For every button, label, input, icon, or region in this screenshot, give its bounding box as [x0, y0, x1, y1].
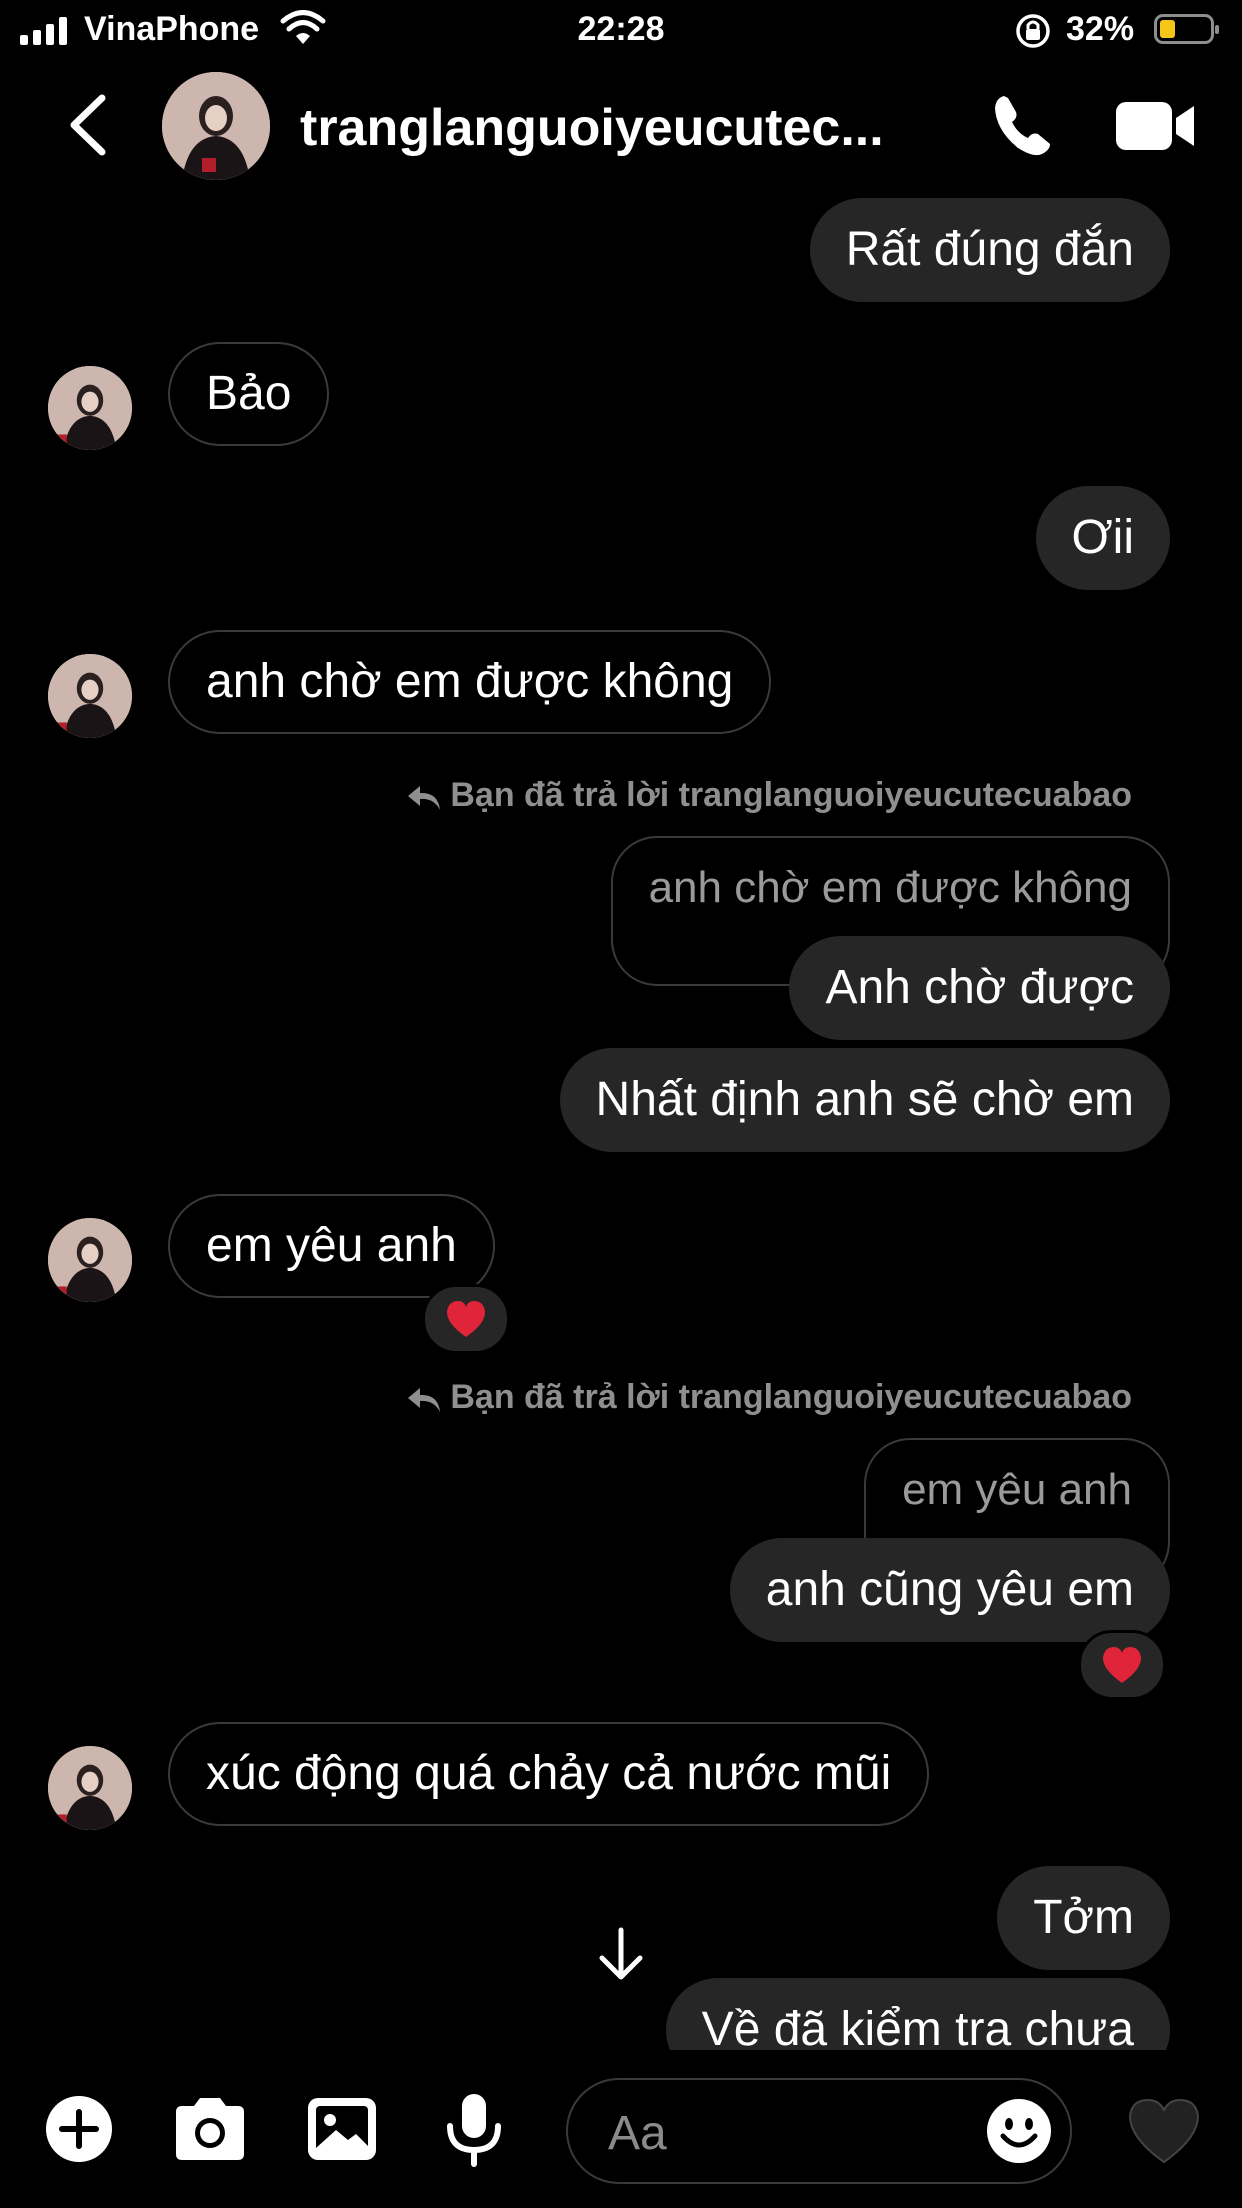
battery-icon — [1154, 14, 1219, 44]
message-input-placeholder: Aa — [608, 2107, 667, 2160]
scroll-down-arrow-icon[interactable] — [596, 1926, 646, 1982]
sender-avatar[interactable] — [48, 654, 132, 738]
camera-icon[interactable] — [172, 2096, 248, 2162]
battery-level — [1160, 20, 1175, 38]
their-message[interactable]: anh chờ em được không — [168, 630, 772, 734]
heart-icon — [1102, 1647, 1142, 1683]
sticker-icon[interactable] — [986, 2098, 1052, 2164]
sender-avatar[interactable] — [48, 1746, 132, 1830]
microphone-icon[interactable] — [444, 2092, 504, 2168]
my-message[interactable]: Anh chờ được — [789, 936, 1170, 1040]
image-icon[interactable] — [306, 2096, 378, 2162]
my-message[interactable]: Tởm — [997, 1866, 1170, 1970]
my-message[interactable]: Về đã kiểm tra chưa — [665, 1978, 1170, 2050]
reply-label-text: Bạn đã trả lời tranglanguoiyeucutecuabao — [450, 776, 1132, 814]
reply-arrow-icon — [408, 786, 441, 810]
rotation-lock-icon — [1016, 14, 1050, 48]
heart-icon[interactable] — [1126, 2096, 1202, 2166]
sender-avatar[interactable] — [48, 366, 132, 450]
my-message[interactable]: Ơii — [1035, 486, 1170, 590]
clock: 22:28 — [577, 10, 665, 48]
their-message[interactable]: Bảo — [168, 342, 330, 446]
battery-percent: 32% — [1066, 10, 1135, 48]
reply-label-text: Bạn đã trả lời tranglanguoiyeucutecuabao — [450, 1378, 1132, 1416]
their-message[interactable]: xúc động quá chảy cả nước mũi — [168, 1722, 930, 1826]
heart-reaction[interactable] — [1078, 1630, 1166, 1700]
reply-indicator: Bạn đã trả lời tranglanguoiyeucutecuabao — [406, 776, 1132, 815]
reply-indicator: Bạn đã trả lời tranglanguoiyeucutecuabao — [406, 1378, 1132, 1417]
reply-arrow-icon — [408, 1388, 441, 1412]
my-message[interactable]: anh cũng yêu em — [729, 1538, 1170, 1642]
heart-reaction[interactable] — [422, 1284, 510, 1354]
back-button[interactable] — [62, 92, 114, 158]
sender-avatar[interactable] — [48, 1218, 132, 1302]
chat-title[interactable]: tranglanguoiyeucutec... — [300, 98, 940, 158]
plus-icon[interactable] — [44, 2094, 114, 2164]
status-bar: VinaPhone 22:28 32% — [0, 0, 1242, 62]
heart-icon — [446, 1301, 486, 1337]
phone-icon[interactable] — [990, 92, 1056, 158]
their-message[interactable]: em yêu anh — [168, 1194, 495, 1298]
my-message[interactable]: Nhất định anh sẽ chờ em — [559, 1048, 1170, 1152]
video-camera-icon[interactable] — [1114, 96, 1198, 156]
message-list[interactable]: Rất đúng đắn Bảo Ơii anh chờ em được khô… — [0, 190, 1242, 2050]
my-message[interactable]: Rất đúng đắn — [809, 198, 1170, 302]
contact-avatar[interactable] — [162, 72, 270, 180]
